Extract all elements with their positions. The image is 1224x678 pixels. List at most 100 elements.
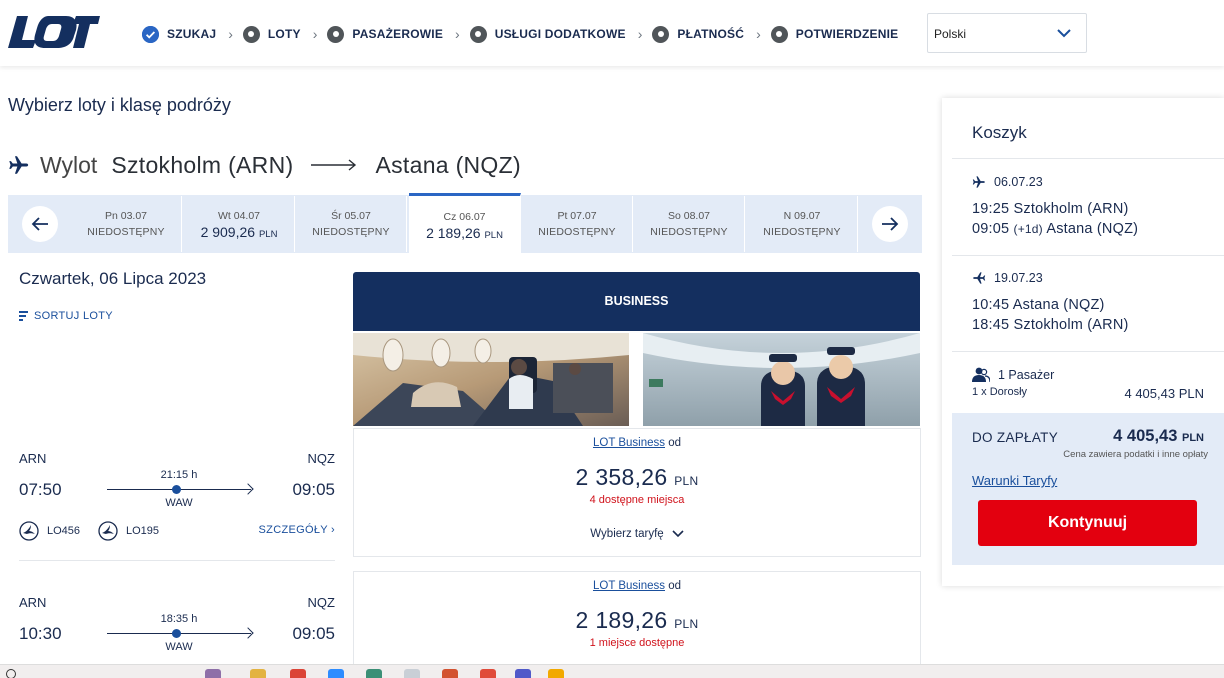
date-status: NIEDOSTĘPNY xyxy=(538,226,616,238)
flight-number: LO456 xyxy=(19,521,80,541)
app-icon[interactable] xyxy=(442,669,458,678)
divider xyxy=(952,158,1224,159)
sort-flights-button[interactable]: SORTUJ LOTY xyxy=(19,310,113,322)
departure-time: 10:30 xyxy=(19,624,62,643)
leg-row: 18:45 Sztokholm (ARN) xyxy=(972,315,1212,335)
fare-name: LOT Business od xyxy=(354,437,920,449)
step-potwierdzenie[interactable]: POTWIERDZENIE xyxy=(770,25,899,43)
route-heading: Wylot Sztokholm (ARN) Astana (NQZ) xyxy=(8,148,521,182)
flight-number-label: LO456 xyxy=(47,525,81,537)
app-icon[interactable] xyxy=(366,669,382,678)
step-dot-icon xyxy=(242,25,260,43)
payment-summary: DO ZAPŁATY 4 405,43 PLN Cena zawiera pod… xyxy=(952,413,1224,565)
app-icon[interactable] xyxy=(548,669,564,678)
date-price: 2 189,26 PLN xyxy=(409,225,520,241)
step-pasazerowie[interactable]: PASAŻEROWIE xyxy=(327,25,444,43)
continue-button[interactable]: Kontynuuj xyxy=(978,500,1197,546)
date-price-currency: PLN xyxy=(484,230,503,241)
fare-card[interactable]: LOT Business od 2 358,26 PLN 4 dostępne … xyxy=(353,428,921,557)
passengers-title: 1 Pasażer xyxy=(972,367,1204,383)
date-day: N 09.07 xyxy=(783,210,821,222)
date-selector: Pn 03.07 NIEDOSTĘPNY Wt 04.07 2 909,26 P… xyxy=(8,193,922,253)
step-loty[interactable]: LOTY xyxy=(242,25,301,43)
to-pay-currency: PLN xyxy=(1182,432,1204,444)
app-icon[interactable] xyxy=(480,669,496,678)
step-label: USŁUGI DODATKOWE xyxy=(494,27,626,41)
chrome-icon[interactable] xyxy=(290,669,306,678)
date-cell[interactable]: Pn 03.07 NIEDOSTĘPNY xyxy=(71,196,182,252)
leg-row: 10:45 Astana (NQZ) xyxy=(972,295,1212,315)
flight-option[interactable]: ARN NQZ 07:50 09:05 21:15 h WAW LO456 LO… xyxy=(19,451,335,551)
date-cell[interactable]: Śr 05.07 NIEDOSTĘPNY xyxy=(296,196,407,252)
teams-icon[interactable] xyxy=(515,669,531,678)
date-cell[interactable]: N 09.07 NIEDOSTĘPNY xyxy=(747,196,858,252)
cart-leg-return: 19.07.23 10:45 Astana (NQZ) 18:45 Sztokh… xyxy=(972,271,1212,335)
chevron-down-icon xyxy=(672,530,684,538)
divider xyxy=(952,255,1224,256)
step-dot-icon xyxy=(652,25,670,43)
step-uslugi-dodatkowe[interactable]: USŁUGI DODATKOWE xyxy=(469,25,626,43)
date-cell[interactable]: So 08.07 NIEDOSTĘPNY xyxy=(634,196,745,252)
flight-duration: 21:15 h xyxy=(160,469,198,481)
next-dates-button[interactable] xyxy=(872,206,908,242)
language-select[interactable]: Polski xyxy=(927,13,1087,53)
fare-from-label: od xyxy=(668,437,681,449)
date-day: Wt 04.07 xyxy=(217,210,261,222)
leg-place: Astana (NQZ) xyxy=(1046,221,1139,237)
date-status: NIEDOSTĘPNY xyxy=(650,226,728,238)
lot-logo[interactable] xyxy=(8,14,100,50)
step-platnosc[interactable]: PŁATNOŚĆ xyxy=(652,25,744,43)
fare-price: 2 189,26 PLN xyxy=(354,607,920,634)
cabin-class-header: BUSINESS xyxy=(353,272,920,331)
stop-dot-icon xyxy=(172,485,181,494)
page-title: Wybierz loty i klasę podróży xyxy=(8,95,231,115)
date-cell[interactable]: Pt 07.07 NIEDOSTĘPNY xyxy=(522,196,633,252)
step-dot-icon xyxy=(770,25,788,43)
destination-code: NQZ xyxy=(307,451,335,466)
stopover-code: WAW xyxy=(165,497,193,509)
departure-time: 07:50 xyxy=(19,480,62,499)
app-icon[interactable] xyxy=(404,669,420,678)
flight-duration: 18:35 h xyxy=(160,613,198,625)
date-cell-selected[interactable]: Cz 06.07 2 189,26 PLN xyxy=(409,193,521,253)
flight-option[interactable]: ARN NQZ 10:30 09:05 18:35 h WAW xyxy=(19,595,335,665)
search-icon[interactable] xyxy=(6,669,16,678)
arrival-time: 09:05 xyxy=(292,480,335,499)
details-label: SZCZEGÓŁY xyxy=(258,524,328,536)
leg-row: 09:05 (+1d) Astana (NQZ) xyxy=(972,219,1212,239)
step-label: PASAŻEROWIE xyxy=(352,27,444,41)
leg-date: 19.07.23 xyxy=(972,271,1212,285)
date-status: NIEDOSTĘPNY xyxy=(763,226,841,238)
fare-terms-link[interactable]: Warunki Taryfy xyxy=(972,473,1057,488)
leg-time: 10:45 xyxy=(972,297,1010,313)
app-icon[interactable] xyxy=(205,669,221,678)
previous-dates-button[interactable] xyxy=(22,206,58,242)
booking-steps: SZUKAJ › LOTY › PASAŻEROWIE › USŁUGI DOD… xyxy=(142,22,898,46)
leg-time: 18:45 xyxy=(972,317,1010,333)
date-cell[interactable]: Wt 04.07 2 909,26 PLN xyxy=(184,196,295,252)
selected-day-title: Czwartek, 06 Lipca 2023 xyxy=(19,269,207,288)
fare-price: 2 358,26 PLN xyxy=(354,464,920,491)
chevron-right-icon: › xyxy=(331,524,335,536)
folder-icon[interactable] xyxy=(250,669,266,678)
arrival-time: 09:05 xyxy=(292,624,335,643)
choose-fare-button[interactable]: Wybierz taryfę xyxy=(590,528,684,540)
leg-time: 09:05 xyxy=(972,221,1010,237)
arrow-right-icon xyxy=(311,159,357,171)
divider xyxy=(19,560,335,561)
fare-card[interactable]: LOT Business od 2 189,26 PLN 1 miejsce d… xyxy=(353,571,921,671)
passengers-count: 1 Pasażer xyxy=(998,368,1055,382)
fare-name-link[interactable]: LOT Business xyxy=(593,580,665,592)
date-price-currency: PLN xyxy=(258,229,278,240)
flight-details-link[interactable]: SZCZEGÓŁY › xyxy=(259,524,335,536)
app-icon[interactable] xyxy=(328,669,344,678)
fare-name-link[interactable]: LOT Business xyxy=(593,437,665,449)
step-label: POTWIERDZENIE xyxy=(795,27,899,41)
sort-label: SORTUJ LOTY xyxy=(34,310,113,322)
step-szukaj[interactable]: SZUKAJ xyxy=(142,25,216,43)
arrow-right-icon xyxy=(882,217,899,231)
plane-icon xyxy=(9,156,29,174)
divider xyxy=(952,351,1224,352)
date-day: Cz 06.07 xyxy=(443,211,486,223)
stopover-code: WAW xyxy=(165,641,193,653)
